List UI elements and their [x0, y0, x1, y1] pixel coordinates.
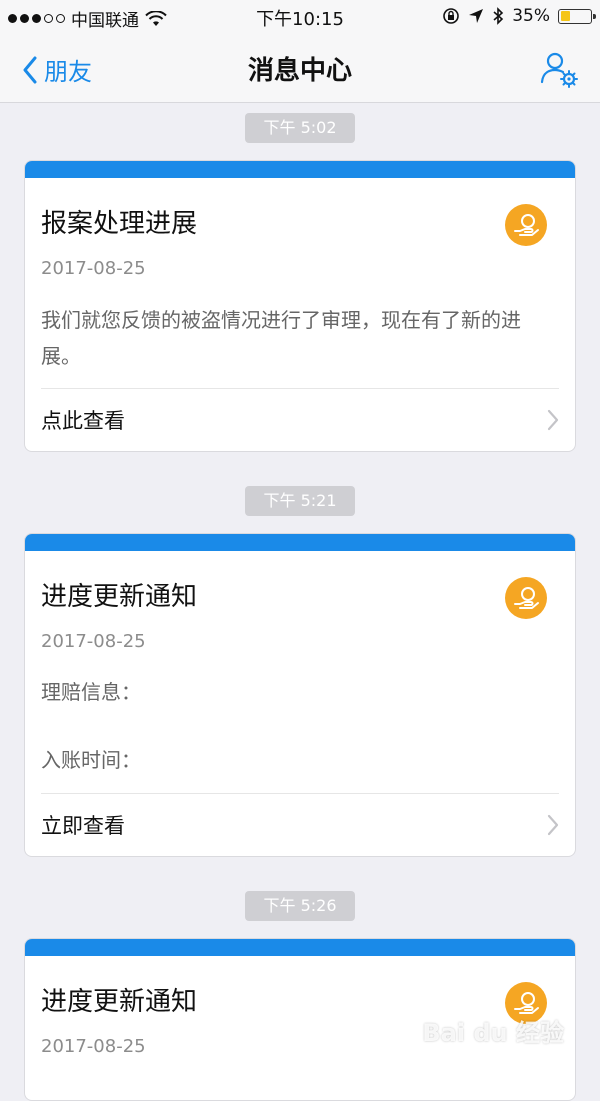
message-card: 进度更新通知 2017-08-25 理赔信息： 入账时间： 立即查看	[24, 533, 576, 857]
status-bar: 中国联通 下午10:15 35%	[0, 0, 600, 34]
user-settings-icon	[540, 52, 578, 88]
time-badge: 下午 5:21	[245, 486, 355, 516]
time-badge: 下午 5:26	[245, 891, 355, 921]
view-details-button[interactable]: 点此查看	[25, 389, 575, 451]
user-settings-button[interactable]	[538, 48, 580, 90]
card-body: 进度更新通知 2017-08-25 理赔信息： 入账时间：	[25, 551, 575, 787]
message-feed: 下午 5:02 报案处理进展 2017-08-25 我们就您反馈的被盗情况进行了…	[0, 103, 600, 1101]
chevron-right-icon	[547, 409, 559, 431]
claim-hand-coin-icon	[505, 204, 547, 246]
navigation-bar: 朋友 消息中心	[0, 34, 600, 103]
card-top-bar	[25, 534, 575, 551]
battery-percent: 35%	[512, 6, 550, 26]
location-arrow-icon	[469, 9, 484, 23]
card-action-label: 立即查看	[41, 814, 125, 838]
back-button[interactable]: 朋友	[22, 52, 92, 87]
baidu-watermark-url: jingyan.baidu.com	[464, 1049, 566, 1062]
view-now-button[interactable]: 立即查看	[25, 794, 575, 856]
chevron-right-icon	[547, 814, 559, 836]
card-body: 报案处理进展 2017-08-25 我们就您反馈的被盗情况进行了审理，现在有了新…	[25, 178, 575, 382]
card-date: 2017-08-25	[41, 258, 146, 279]
time-badge: 下午 5:02	[245, 113, 355, 143]
claim-info-field: 理赔信息：	[41, 680, 141, 704]
posting-time-field: 入账时间：	[41, 748, 141, 772]
back-button-label: 朋友	[44, 58, 92, 86]
card-top-bar	[25, 161, 575, 178]
baidu-watermark: Bai du 经验	[422, 1019, 564, 1047]
battery-icon	[558, 8, 596, 24]
message-card: 报案处理进展 2017-08-25 我们就您反馈的被盗情况进行了审理，现在有了新…	[24, 160, 576, 452]
battery-fill	[560, 11, 571, 21]
card-description: 我们就您反馈的被盗情况进行了审理，现在有了新的进展。	[41, 308, 521, 368]
card-action-label: 点此查看	[41, 409, 125, 433]
claim-hand-coin-icon	[505, 577, 547, 619]
bluetooth-icon	[493, 7, 504, 25]
card-top-bar	[25, 939, 575, 956]
card-date: 2017-08-25	[41, 631, 146, 652]
card-title: 报案处理进展	[41, 209, 198, 239]
card-title: 进度更新通知	[41, 582, 198, 612]
rotation-lock-icon	[443, 8, 460, 24]
status-right: 35%	[442, 6, 596, 26]
chevron-left-icon	[23, 56, 37, 83]
